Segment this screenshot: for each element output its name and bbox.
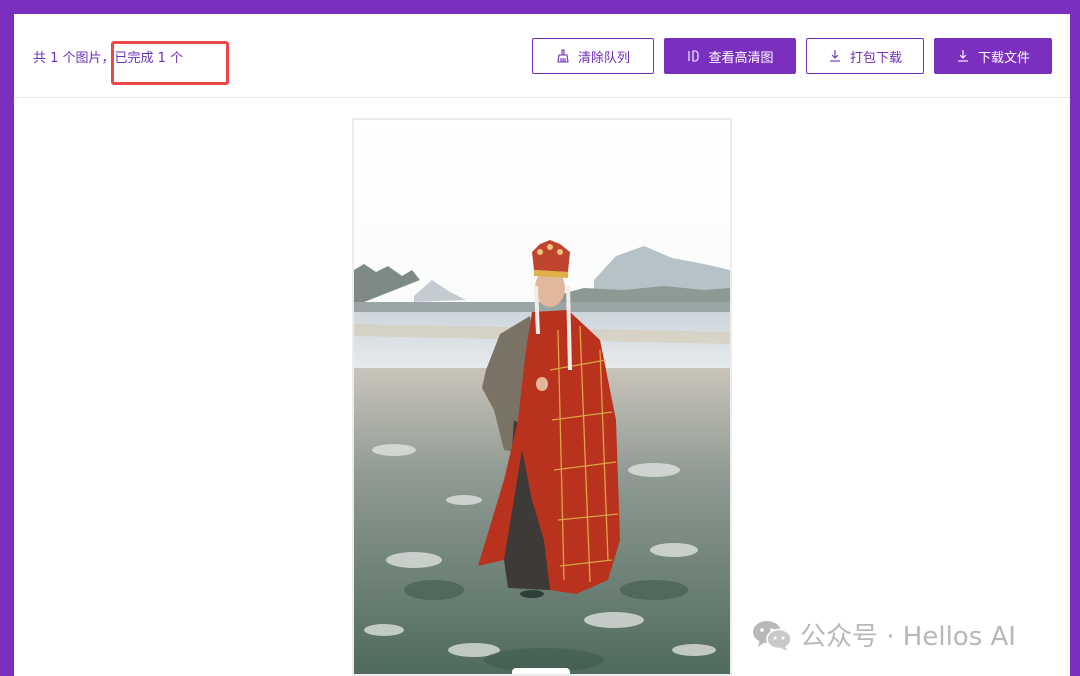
download-icon <box>829 50 840 62</box>
clear-queue-button[interactable]: 清除队列 <box>532 38 654 74</box>
card-bottom-tab <box>512 668 570 674</box>
clear-queue-label: 清除队列 <box>577 50 630 66</box>
pack-download-button[interactable]: 打包下载 <box>806 38 924 74</box>
view-hd-label: 查看高清图 <box>708 50 774 66</box>
status-total: 共 1 个图片， <box>33 51 115 66</box>
download-icon <box>957 50 968 62</box>
watermark-text: 公众号 · Hellos AI <box>800 622 1016 652</box>
watermark: 公众号 · Hellos AI <box>752 616 1016 653</box>
pack-download-label: 打包下载 <box>849 50 902 66</box>
result-image-card[interactable] <box>352 118 732 676</box>
main-panel: 共 1 个图片，已完成 1 个 清除队列 查看高清图 打包下载 下载文件 <box>14 14 1070 676</box>
broom-icon <box>557 49 569 63</box>
download-file-button[interactable]: 下载文件 <box>934 38 1052 74</box>
toolbar: 共 1 个图片，已完成 1 个 清除队列 查看高清图 打包下载 下载文件 <box>14 14 1070 98</box>
wechat-icon <box>753 620 792 651</box>
highlight-annotation <box>111 41 229 85</box>
view-hd-button[interactable]: 查看高清图 <box>664 38 796 74</box>
compare-icon <box>688 50 700 62</box>
result-photo <box>354 120 730 674</box>
download-file-label: 下载文件 <box>977 50 1030 66</box>
